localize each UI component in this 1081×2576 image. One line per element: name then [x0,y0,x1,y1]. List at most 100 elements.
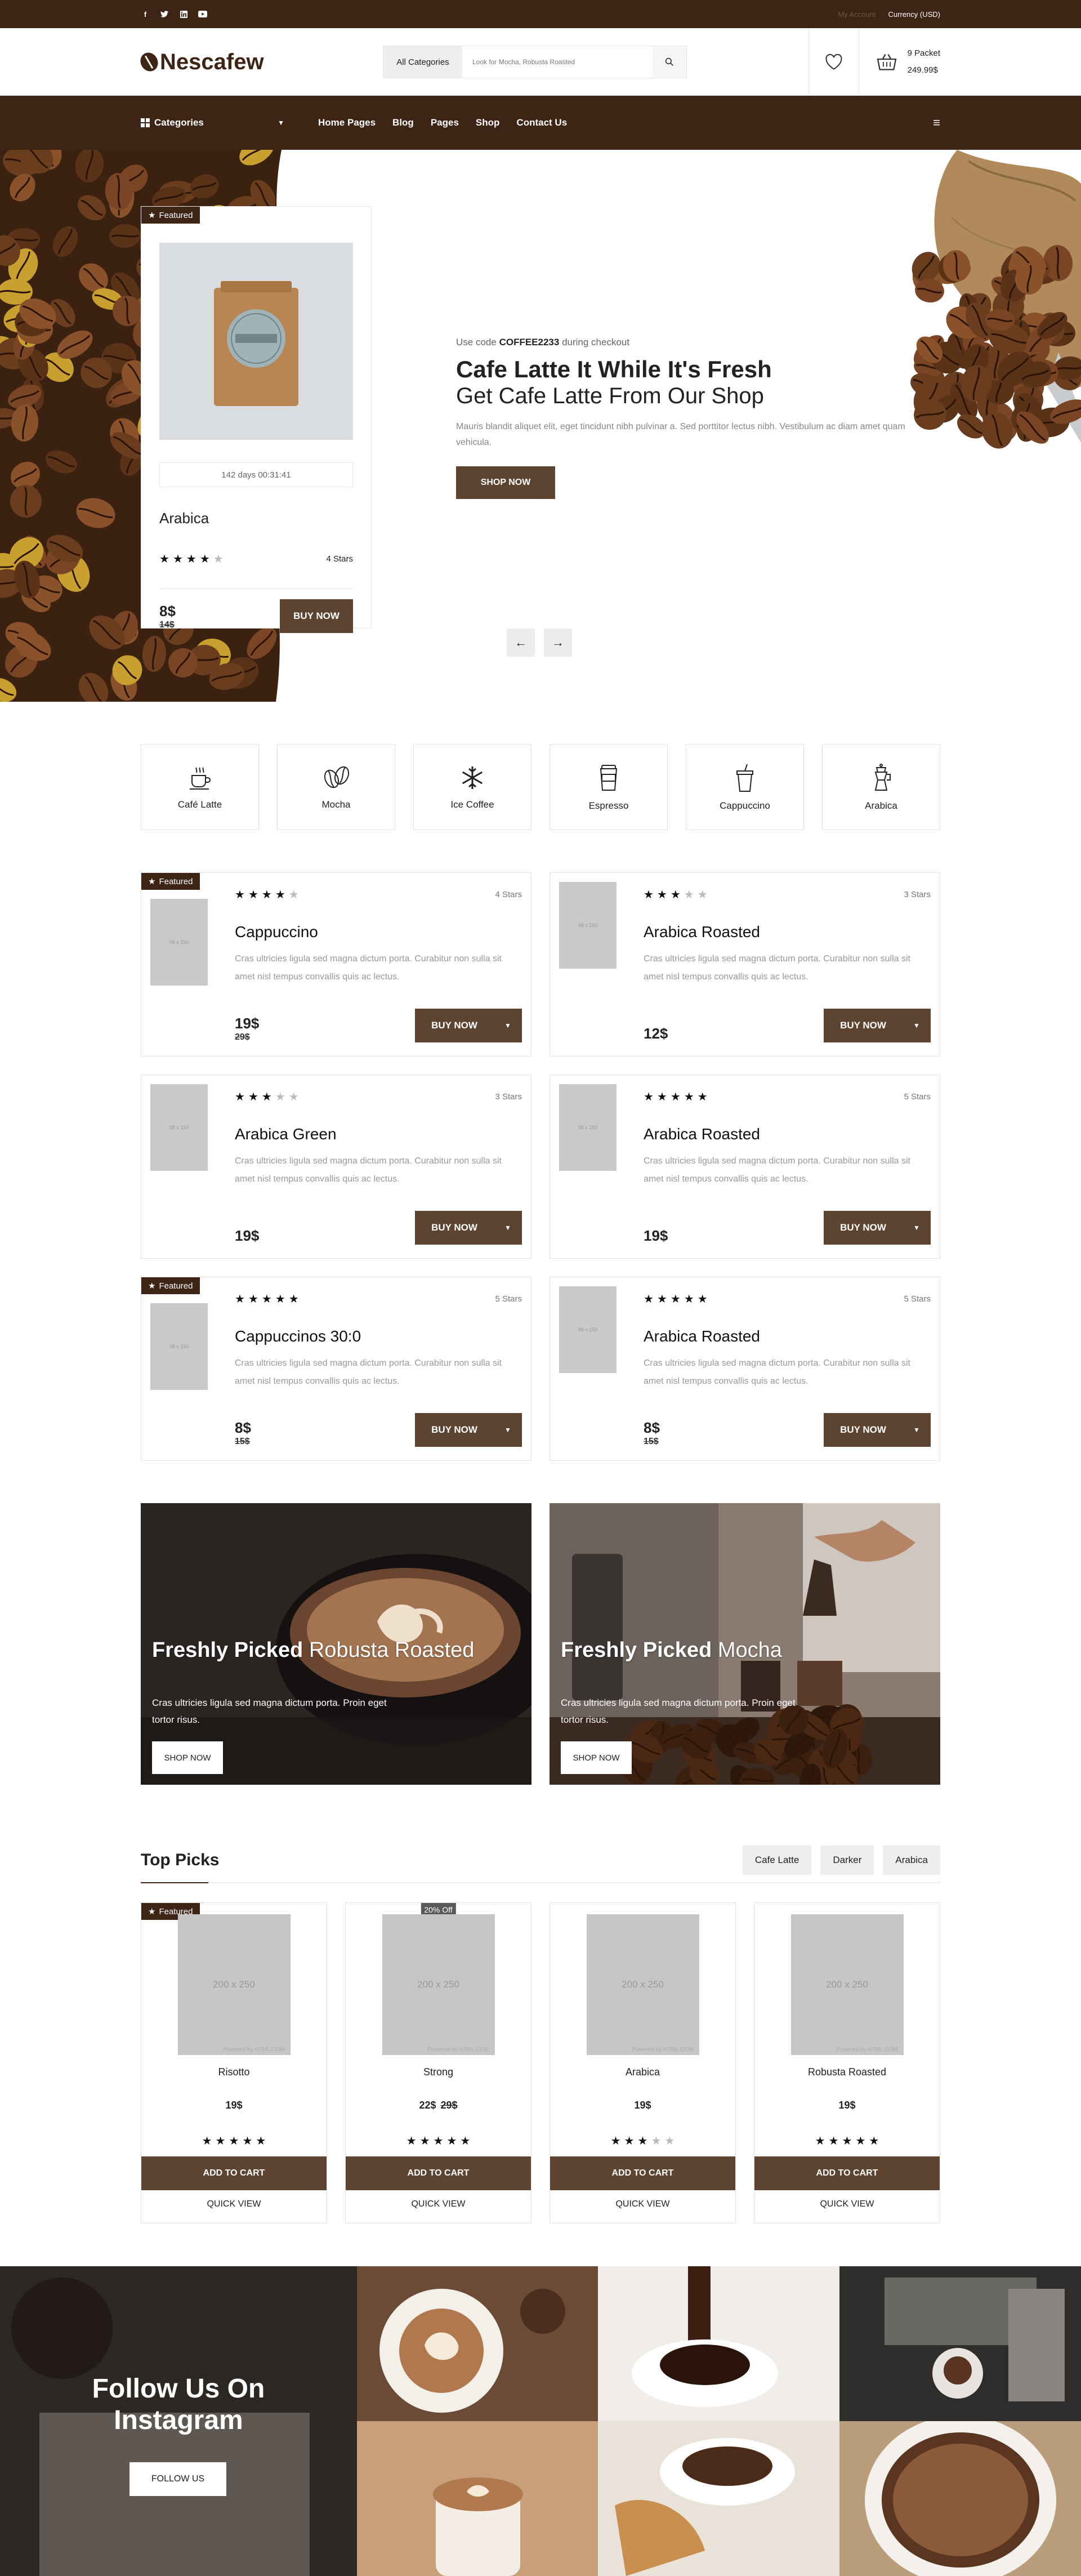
nav-blog[interactable]: Blog [392,117,414,128]
search-button[interactable] [653,46,686,78]
quick-view-link[interactable]: QUICK VIEW [141,2199,327,2209]
wishlist-button[interactable] [808,28,859,96]
old-price: 14$ [159,620,175,630]
product-name[interactable]: Strong [346,2066,531,2078]
product-name[interactable]: Arabica Roasted [644,923,931,941]
buy-now-button[interactable]: BUY NOW ▼ [824,1211,931,1245]
instagram-photo[interactable] [598,2421,839,2576]
nav-pages[interactable]: Pages [431,117,459,128]
product-thumbnail[interactable]: 98 x 150 [150,1084,208,1171]
banner-shop-button[interactable]: SHOP NOW [152,1741,223,1774]
category-espresso[interactable]: Espresso [550,744,668,830]
buy-now-button[interactable]: BUY NOW ▼ [415,1413,522,1447]
buy-now-button[interactable]: BUY NOW ▼ [824,1413,931,1447]
product-thumbnail[interactable]: 98 x 150 [559,1084,617,1171]
product-name[interactable]: Arabica Roasted [644,1327,931,1345]
twitter-icon[interactable] [160,10,169,19]
top-pick-card[interactable]: 200 x 250 Powered by HTML.COM Arabica 19$ ★ ★… [550,1902,736,2223]
quick-view-link[interactable]: QUICK VIEW [550,2199,735,2209]
product-image-placeholder[interactable]: 200 x 250 Powered by HTML.COM [790,1914,904,2055]
instagram-photo[interactable] [839,2266,1081,2421]
product-name[interactable]: Arabica Roasted [644,1125,931,1143]
promo-banner-mocha[interactable]: Freshly Picked Mocha Cras ultricies ligu… [550,1503,940,1785]
linkedin-icon[interactable] [179,10,188,19]
quick-view-link[interactable]: QUICK VIEW [754,2199,940,2209]
category-mocha[interactable]: Mocha [277,744,395,830]
my-account-link[interactable]: My Account [838,10,875,19]
add-to-cart-button[interactable]: ADD TO CART [141,2156,327,2190]
instagram-photo[interactable] [357,2266,598,2421]
menu-icon[interactable]: ≡ [933,115,940,130]
buy-now-button[interactable]: BUY NOW ▼ [415,1211,522,1245]
instagram-photo[interactable] [598,2266,839,2421]
chevron-down-icon[interactable]: ▼ [494,1022,522,1029]
promo-banner-robusta[interactable]: Freshly Picked Robusta Roasted Cras ultr… [141,1503,531,1785]
quick-view-link[interactable]: QUICK VIEW [346,2199,531,2209]
hero-title: Cafe Latte It While It's Fresh [456,356,772,382]
chevron-down-icon[interactable]: ▼ [494,1224,522,1232]
tab-darker[interactable]: Darker [820,1846,874,1875]
product-name[interactable]: Arabica [159,510,353,527]
top-pick-card[interactable]: 20% Off 200 x 250 Powered by HTML.COM Stron… [345,1902,531,2223]
product-thumbnail[interactable]: 98 x 150 [150,1303,208,1390]
instagram-photo[interactable] [839,2421,1081,2576]
nav-home-pages[interactable]: Home Pages [318,117,376,128]
follow-us-button[interactable]: FOLLOW US [129,2462,226,2496]
product-card[interactable]: ★ Featured 98 x 150 ★ ★ ★ ★ ★ 5 Stars Cappuccinos… [141,1277,531,1461]
chevron-down-icon[interactable]: ▼ [903,1022,931,1029]
product-card[interactable]: 98 x 150 ★ ★ ★ ★ ★ 5 Stars Arabica Roasted Cras … [550,1075,940,1259]
product-image-placeholder[interactable]: 200 x 250 Powered by HTML.COM [382,1914,495,2055]
banner-shop-button[interactable]: SHOP NOW [561,1741,632,1774]
cart-button[interactable]: 9 Packet 249.99$ [859,45,940,79]
product-image-placeholder[interactable]: 200 x 250 Powered by HTML.COM [586,1914,699,2055]
youtube-icon[interactable] [198,10,207,19]
product-name[interactable]: Cappuccinos 30:0 [235,1327,522,1345]
product-thumbnail[interactable]: 98 x 150 [559,882,617,969]
categories-dropdown[interactable]: Categories ▼ [141,117,296,128]
buy-now-button[interactable]: BUY NOW ▼ [824,1009,931,1042]
facebook-icon[interactable]: f [141,10,150,19]
product-thumbnail[interactable]: 98 x 150 [559,1286,617,1373]
add-to-cart-button[interactable]: ADD TO CART [346,2156,531,2190]
shop-now-button[interactable]: SHOP NOW [456,466,555,499]
top-pick-card[interactable]: 200 x 250 Powered by HTML.COM Robusta Roas… [754,1902,940,2223]
product-name[interactable]: Robusta Roasted [754,2066,940,2078]
product-name[interactable]: Risotto [141,2066,327,2078]
instagram-photo[interactable] [357,2421,598,2576]
buy-now-button[interactable]: BUY NOW ▼ [415,1009,522,1042]
category-cafe-latte[interactable]: Café Latte [141,744,259,830]
category-ice-coffee[interactable]: Ice Coffee [413,744,531,830]
nav-contact-us[interactable]: Contact Us [516,117,567,128]
featured-product-card[interactable]: ★ Featured 142 days 00:31:41 Arabica ★ ★ ★… [141,206,372,633]
category-arabica[interactable]: Arabica [822,744,940,830]
product-thumbnail[interactable]: 98 x 150 [150,899,208,986]
add-to-cart-button[interactable]: ADD TO CART [754,2156,940,2190]
product-image-placeholder[interactable]: 200 x 250 Powered by HTML.COM [177,1914,291,2055]
featured-badge-label: Featured [159,1281,193,1291]
prev-arrow-icon[interactable]: ← [507,629,535,657]
add-to-cart-button[interactable]: ADD TO CART [550,2156,735,2190]
product-name[interactable]: Cappuccino [235,923,522,941]
chevron-down-icon[interactable]: ▼ [494,1426,522,1434]
logo[interactable]: Nescafew [137,50,383,75]
search-input[interactable]: Look for Mocha, Robusta Roasted [462,46,653,78]
buy-now-button[interactable]: BUY NOW [280,599,353,633]
product-card[interactable]: ★ Featured 98 x 150 ★ ★ ★ ★ ★ 4 Stars Cappuccino C… [141,872,531,1057]
chevron-down-icon[interactable]: ▼ [903,1224,931,1232]
search-category-select[interactable]: All Categories [383,46,462,78]
top-pick-card[interactable]: ★ Featured 200 x 250 Powered by HTML.COM Ris… [141,1902,327,2223]
next-arrow-icon[interactable]: → [544,629,572,657]
category-cappuccino[interactable]: Cappuccino [686,744,804,830]
star-icon: ★ [656,889,667,901]
chevron-down-icon[interactable]: ▼ [903,1426,931,1434]
tab-arabica[interactable]: Arabica [883,1846,940,1875]
tab-cafe-latte[interactable]: Cafe Latte [742,1846,812,1875]
product-card[interactable]: 98 x 150 ★ ★ ★ ★ ★ 3 Stars Arabica Green Cras ul… [141,1075,531,1259]
nav-shop[interactable]: Shop [476,117,500,128]
currency-selector[interactable]: Currency (USD) [888,10,940,19]
product-card[interactable]: 98 x 150 ★ ★ ★ ★ ★ 3 Stars Arabica Roasted Cras … [550,872,940,1057]
product-name[interactable]: Arabica [550,2066,735,2078]
product-name[interactable]: Arabica Green [235,1125,522,1143]
price: 12$ [644,1025,668,1042]
product-card[interactable]: 98 x 150 ★ ★ ★ ★ ★ 5 Stars Arabica Roasted Cras … [550,1277,940,1461]
